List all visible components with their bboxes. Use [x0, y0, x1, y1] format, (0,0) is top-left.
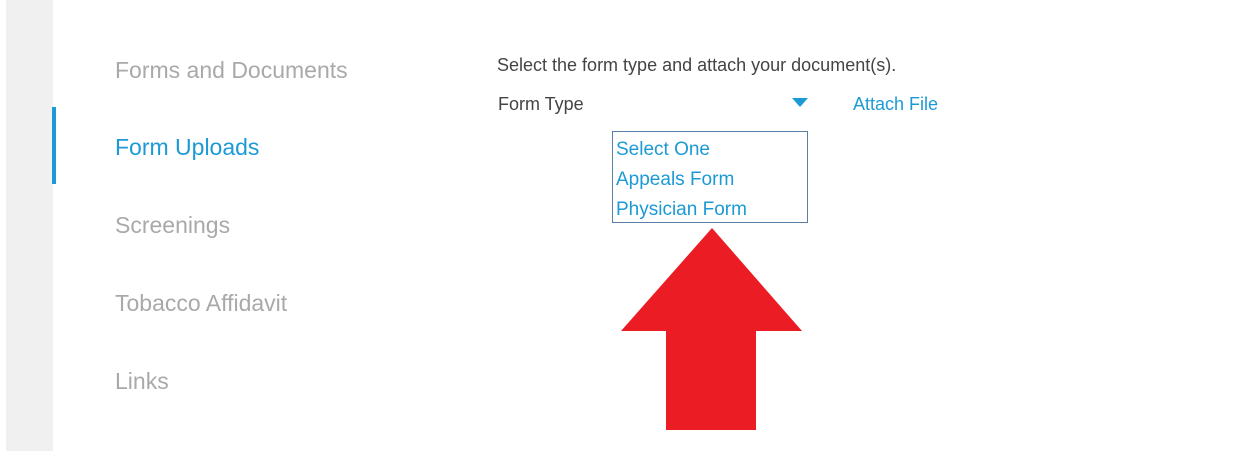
dropdown-option-appeals-form[interactable]: Appeals Form	[613, 165, 807, 195]
attach-file-link[interactable]: Attach File	[853, 94, 938, 115]
active-nav-indicator	[52, 107, 56, 184]
sidebar-item-form-uploads[interactable]: Form Uploads	[115, 134, 259, 161]
dropdown-option-physician-form[interactable]: Physician Form	[613, 195, 807, 225]
dropdown-option-select-one[interactable]: Select One	[613, 135, 807, 165]
sidebar-item-links[interactable]: Links	[115, 368, 169, 395]
sidebar-item-forms-and-documents[interactable]: Forms and Documents	[115, 57, 348, 84]
left-gutter	[6, 0, 53, 451]
arrow-shape	[621, 228, 802, 430]
sidebar-item-tobacco-affidavit[interactable]: Tobacco Affidavit	[115, 290, 287, 317]
form-type-label: Form Type	[498, 94, 584, 114]
upload-instructions: Select the form type and attach your doc…	[497, 55, 897, 75]
form-type-dropdown-list: Select One Appeals Form Physician Form	[612, 131, 808, 223]
sidebar-item-screenings[interactable]: Screenings	[115, 212, 230, 239]
page: Forms and Documents Form Uploads Screeni…	[0, 0, 1255, 451]
red-up-arrow-icon	[621, 228, 802, 430]
chevron-down-icon[interactable]	[792, 98, 808, 107]
